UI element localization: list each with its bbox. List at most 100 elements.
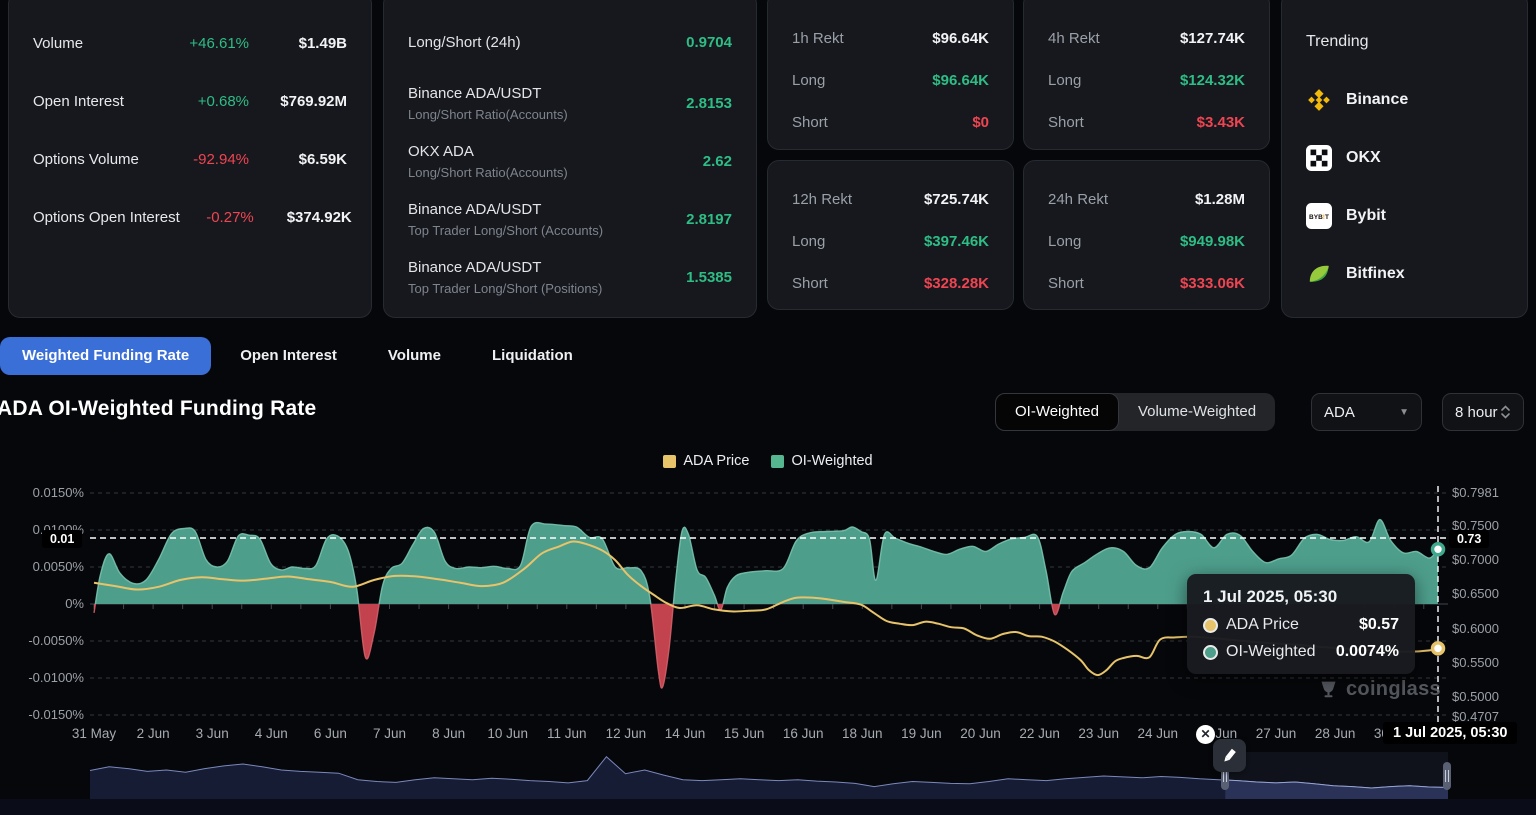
tooltip-series-label: ADA Price (1226, 616, 1359, 634)
rekt-title: 4h Rekt (1048, 30, 1180, 47)
stat-value: $769.92M (269, 93, 347, 110)
toggle-option-volume-weighted[interactable]: Volume-Weighted (1119, 393, 1275, 431)
x-axis-tick: 16 Jun (783, 726, 824, 741)
rekt-long-value: $124.32K (1180, 72, 1245, 89)
binance-logo-icon (1306, 87, 1332, 113)
x-axis-tick: 20 Jun (960, 726, 1001, 741)
watermark-text: coinglass (1346, 678, 1441, 701)
x-axis-tick: 7 Jun (373, 726, 406, 741)
coinglass-logo-icon (1318, 679, 1339, 700)
legend-item-ada-price[interactable]: ADA Price (663, 453, 749, 469)
trending-item-bitfinex[interactable]: Bitfinex (1306, 259, 1507, 289)
tab-volume[interactable]: Volume (366, 337, 463, 375)
ratio-label-group: Binance ADA/USDTLong/Short Ratio(Account… (408, 85, 686, 122)
ratio-subtitle: Top Trader Long/Short (Positions) (408, 281, 686, 296)
interval-select[interactable]: 8 hour (1442, 393, 1524, 431)
stat-value: $1.49B (269, 35, 347, 52)
x-axis-tick: 10 Jun (487, 726, 528, 741)
okx-logo-icon (1306, 145, 1332, 171)
weighting-toggle: OI-WeightedVolume-Weighted (995, 393, 1275, 431)
stat-label: Volume (33, 35, 175, 52)
right-axis-tick: $0.5000 (1452, 689, 1499, 704)
x-axis-tick: 11 Jun (547, 726, 587, 741)
stat-row: Options Open Interest-0.27%$374.92K (33, 206, 347, 228)
tooltip-row: ADA Price$0.57 (1203, 616, 1399, 634)
ratio-row: Long/Short (24h)0.9704 (408, 31, 732, 53)
symbol-select-value: ADA (1324, 404, 1355, 421)
stat-change: +0.68% (175, 93, 249, 110)
rekt-total: $1.28M (1195, 191, 1245, 208)
stat-value: $374.92K (274, 209, 352, 226)
exchange-name: Binance (1346, 91, 1408, 109)
ratio-label-group: Binance ADA/USDTTop Trader Long/Short (P… (408, 259, 686, 296)
close-icon[interactable]: ✕ (1196, 725, 1215, 744)
stat-value: $6.59K (269, 151, 347, 168)
legend-swatch (663, 455, 676, 468)
chevron-down-icon: ▼ (1399, 407, 1409, 418)
navigator-handle-right[interactable] (1443, 762, 1451, 790)
market-stats-panel: Volume+46.61%$1.49BOpen Interest+0.68%$7… (8, 0, 372, 318)
tooltip-series-dot (1203, 618, 1218, 633)
x-axis-tick: 12 Jun (606, 726, 647, 741)
legend-swatch (771, 455, 784, 468)
toggle-option-oi-weighted[interactable]: OI-Weighted (995, 393, 1119, 431)
right-axis-tick: $0.5500 (1452, 655, 1499, 670)
x-axis-tick: 4 Jun (255, 726, 288, 741)
rekt-row: Long$124.32K (1048, 69, 1245, 91)
page-title: ADA OI-Weighted Funding Rate (0, 397, 316, 421)
ratio-label-group: Binance ADA/USDTTop Trader Long/Short (A… (408, 201, 686, 238)
ratio-title: Long/Short (24h) (408, 34, 686, 51)
rekt-title: 1h Rekt (792, 30, 932, 47)
rekt-long-label: Long (1048, 233, 1180, 250)
svg-text:BYB!T: BYB!T (1309, 214, 1329, 221)
updown-chevrons-icon (1500, 404, 1511, 420)
marker-pen-icon (1220, 746, 1239, 765)
ratio-value: 2.8197 (686, 211, 732, 228)
ratio-title: OKX ADA (408, 143, 703, 160)
bitfinex-logo-icon (1306, 261, 1332, 287)
rekt-title: 24h Rekt (1048, 191, 1195, 208)
exchange-name: Bitfinex (1346, 265, 1405, 283)
rekt-row: 1h Rekt$96.64K (792, 27, 989, 49)
rekt-row: 4h Rekt$127.74K (1048, 27, 1245, 49)
stat-row: Volume+46.61%$1.49B (33, 32, 347, 54)
symbol-select[interactable]: ADA ▼ (1311, 393, 1422, 431)
bybit-logo-icon: BYB!T (1306, 203, 1332, 229)
right-axis-tick: $0.6000 (1452, 621, 1499, 636)
ratio-title: Binance ADA/USDT (408, 201, 686, 218)
rekt-short-value: $3.43K (1197, 114, 1245, 131)
rekt-short-value: $328.28K (924, 275, 989, 292)
rekt-short-value: $0 (972, 114, 989, 131)
x-axis-tick: 27 Jun (1256, 726, 1297, 741)
chart-tooltip: 1 Jul 2025, 05:30 ADA Price$0.57OI-Weigh… (1187, 574, 1415, 674)
left-axis-tick: -0.0100% (0, 670, 84, 685)
left-axis-tick: -0.0050% (0, 633, 84, 648)
ratio-value: 2.62 (703, 153, 732, 170)
legend-item-oi-weighted[interactable]: OI-Weighted (771, 453, 872, 469)
x-axis-tick: 31 May (72, 726, 116, 741)
x-axis-tick: 2 Jun (137, 726, 170, 741)
trending-item-binance[interactable]: Binance (1306, 85, 1507, 115)
tooltip-series-value: $0.57 (1359, 616, 1399, 634)
left-axis-tick: 0.0150% (0, 485, 84, 500)
trending-panel: Trending Binance OKX BYB!TBybit Bitfinex (1281, 0, 1528, 318)
marker-pen-button[interactable] (1213, 739, 1246, 772)
crosshair-right-badge: 0.73 (1449, 530, 1489, 548)
rekt-long-value: $397.46K (924, 233, 989, 250)
tab-open-interest[interactable]: Open Interest (218, 337, 359, 375)
trending-item-okx[interactable]: OKX (1306, 143, 1507, 173)
right-axis-tick: $0.6500 (1452, 586, 1499, 601)
ratio-row: Binance ADA/USDTTop Trader Long/Short (A… (408, 197, 732, 241)
tooltip-series-dot (1203, 645, 1218, 660)
tab-liquidation[interactable]: Liquidation (470, 337, 595, 375)
navigator-baseline-strip (0, 799, 1536, 815)
x-axis-tick: 15 Jun (724, 726, 765, 741)
rekt-row: Short$3.43K (1048, 111, 1245, 133)
rekt-total: $127.74K (1180, 30, 1245, 47)
tab-weighted-funding-rate[interactable]: Weighted Funding Rate (0, 337, 211, 375)
exchange-name: OKX (1346, 149, 1381, 167)
rekt-row: 12h Rekt$725.74K (792, 188, 989, 210)
trending-title-label: Trending (1306, 33, 1503, 51)
rekt-short-label: Short (1048, 114, 1197, 131)
trending-item-bybit[interactable]: BYB!TBybit (1306, 201, 1507, 231)
